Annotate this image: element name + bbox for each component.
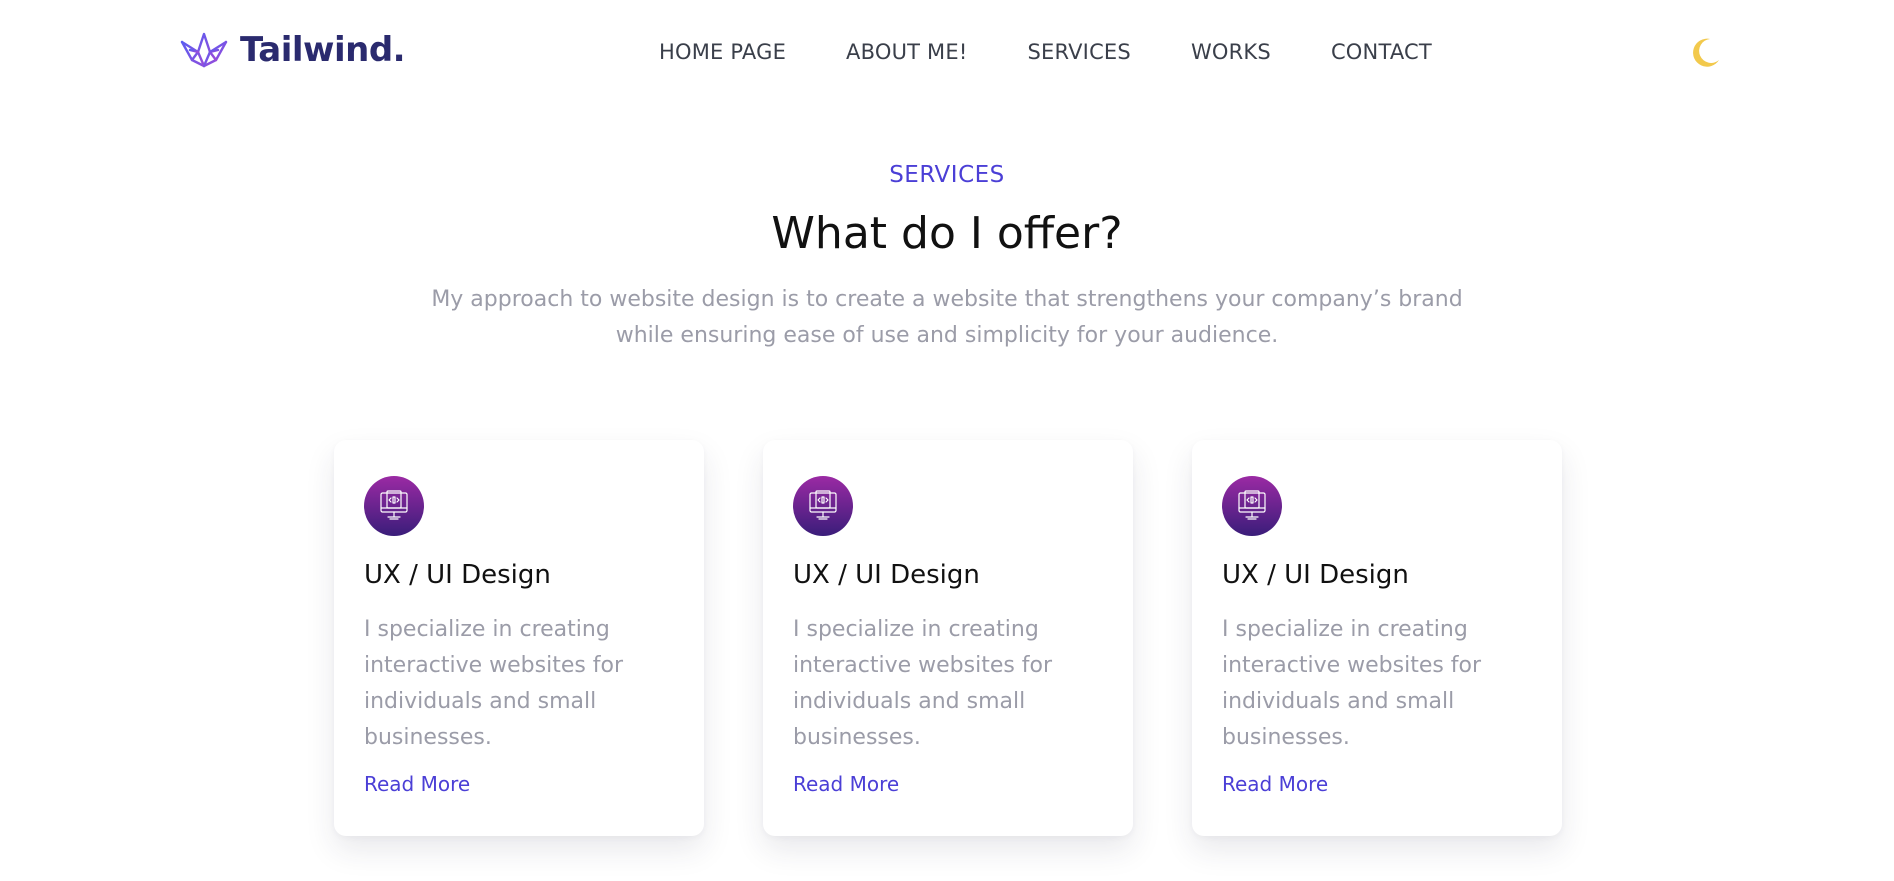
section-intro: My approach to website design is to crea… xyxy=(431,287,1463,348)
service-title: UX / UI Design xyxy=(364,560,551,590)
service-title: UX / UI Design xyxy=(1222,560,1409,590)
monitor-code-icon xyxy=(809,490,837,520)
service-icon-badge xyxy=(1222,476,1282,536)
theme-toggle-button[interactable] xyxy=(1688,36,1722,70)
nav-link-home[interactable]: HOME PAGE xyxy=(659,40,786,64)
service-icon-badge xyxy=(793,476,853,536)
section-title: What do I offer? xyxy=(771,208,1123,259)
service-cards: UX / UI Design I specialize in creating … xyxy=(334,440,1562,836)
monitor-code-icon xyxy=(380,490,408,520)
read-more-link[interactable]: Read More xyxy=(364,772,470,796)
read-more-link[interactable]: Read More xyxy=(1222,772,1328,796)
moon-icon xyxy=(1693,38,1719,67)
section-eyebrow: SERVICES xyxy=(889,162,1005,188)
service-description: I specialize in creating interactive web… xyxy=(364,617,624,750)
nav-link-about[interactable]: ABOUT ME! xyxy=(846,40,967,64)
main-nav: HOME PAGE ABOUT ME! SERVICES WORKS CONTA… xyxy=(659,40,1432,64)
service-card: UX / UI Design I specialize in creating … xyxy=(1192,440,1562,836)
crown-icon xyxy=(180,32,228,68)
service-description: I specialize in creating interactive web… xyxy=(1222,617,1482,750)
nav-link-contact[interactable]: CONTACT xyxy=(1331,40,1432,64)
service-description: I specialize in creating interactive web… xyxy=(793,617,1053,750)
monitor-code-icon xyxy=(1238,490,1266,520)
navbar: Tailwind. HOME PAGE ABOUT ME! SERVICES W… xyxy=(0,0,1894,108)
logo[interactable]: Tailwind. xyxy=(178,30,406,70)
nav-link-services[interactable]: SERVICES xyxy=(1027,40,1130,64)
read-more-link[interactable]: Read More xyxy=(793,772,899,796)
service-title: UX / UI Design xyxy=(793,560,980,590)
logo-text: Tailwind. xyxy=(240,30,406,70)
service-card: UX / UI Design I specialize in creating … xyxy=(334,440,704,836)
services-header: SERVICES What do I offer? My approach to… xyxy=(0,160,1894,354)
service-card: UX / UI Design I specialize in creating … xyxy=(763,440,1133,836)
service-icon-badge xyxy=(364,476,424,536)
nav-link-works[interactable]: WORKS xyxy=(1191,40,1271,64)
